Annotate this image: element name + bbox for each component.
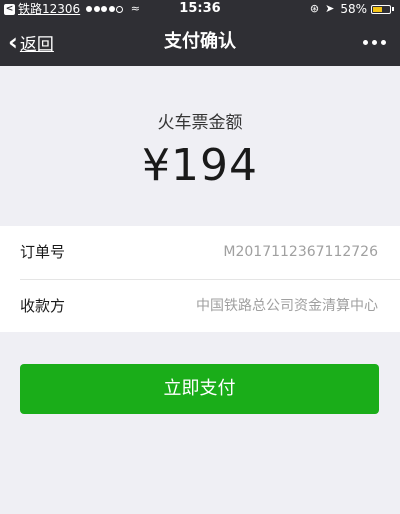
more-icon-dot xyxy=(372,39,377,45)
status-right: ⊛ ➤ 58% xyxy=(310,0,394,18)
payee-label: 收款方 xyxy=(20,297,66,315)
more-icon xyxy=(363,39,368,45)
rotation-lock-icon: ⊛ xyxy=(309,2,320,15)
order-number-value: M2017112367112726 xyxy=(223,244,378,260)
nav-bar: ‹ 返回 支付确认 xyxy=(0,18,400,66)
more-button[interactable] xyxy=(359,18,386,66)
order-number-row: 订单号 M2017112367112726 xyxy=(0,226,400,279)
battery-tip xyxy=(392,7,394,11)
payee-row: 收款方 中国铁路总公司资金清算中心 xyxy=(0,280,400,333)
amount-title: 火车票金额 xyxy=(157,113,243,133)
back-label: 返回 xyxy=(19,34,54,55)
wifi-icon: ≈ xyxy=(130,2,140,15)
battery-icon xyxy=(371,4,391,14)
location-icon: ➤ xyxy=(325,2,335,15)
battery-percent: 58% xyxy=(340,2,367,16)
more-icon-dot xyxy=(381,39,386,45)
status-bar: < 铁路12306 ≈ 15:36 ⊛ ➤ 58% xyxy=(0,0,400,18)
chevron-left-icon: ‹ xyxy=(8,28,18,56)
pay-now-button[interactable]: 立即支付 xyxy=(20,364,379,414)
battery-fill xyxy=(373,6,383,12)
back-to-app-icon[interactable]: < xyxy=(4,3,15,15)
order-number-label: 订单号 xyxy=(20,243,66,261)
payee-value: 中国铁路总公司资金清算中心 xyxy=(196,298,378,314)
amount-value: ¥194 xyxy=(142,140,258,191)
payment-details: 订单号 M2017112367112726 收款方 中国铁路总公司资金清算中心 xyxy=(0,226,400,332)
page-title: 支付确认 xyxy=(164,31,236,52)
back-to-app-label[interactable]: 铁路12306 xyxy=(18,0,80,18)
signal-icon xyxy=(86,5,125,13)
back-button[interactable]: ‹ 返回 xyxy=(8,18,54,66)
status-left: < 铁路12306 ≈ xyxy=(4,0,140,18)
